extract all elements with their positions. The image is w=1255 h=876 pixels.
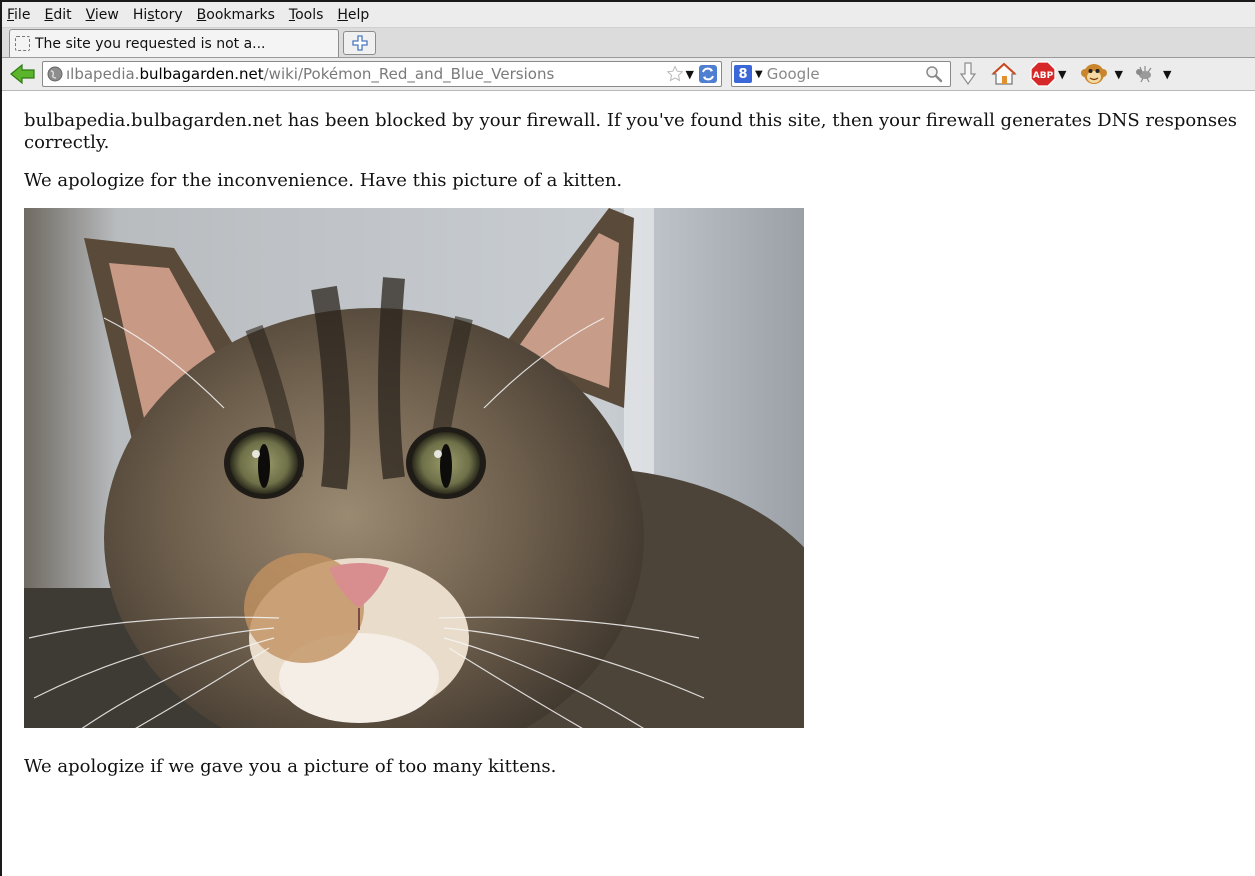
new-tab-button[interactable]: [343, 31, 376, 55]
downloads-button[interactable]: [959, 61, 977, 87]
search-engine-icon[interactable]: 8: [734, 65, 752, 83]
svg-text:ABP: ABP: [1033, 71, 1054, 81]
menu-tools[interactable]: Tools: [289, 7, 324, 23]
blank-page-icon: [15, 36, 30, 51]
url-text: ılbapedia.bulbagarden.net/wiki/Pokémon_R…: [66, 65, 555, 83]
greasemonkey-button[interactable]: [1080, 61, 1108, 87]
blocked-message: bulbapedia.bulbagarden.net has been bloc…: [24, 110, 1237, 153]
engine-dropdown-icon[interactable]: ▼: [755, 69, 763, 80]
greasemonkey-dropdown-icon[interactable]: ▼: [1114, 68, 1122, 81]
apology-message: We apologize for the inconvenience. Have…: [24, 170, 623, 191]
many-kittens-message: We apologize if we gave you a picture of…: [24, 756, 557, 777]
adblock-button[interactable]: ABP: [1029, 61, 1057, 87]
url-controls: ▼: [664, 64, 718, 84]
menu-history[interactable]: History: [133, 7, 183, 23]
menu-edit[interactable]: Edit: [44, 7, 71, 23]
download-icon: [959, 62, 977, 86]
tab-title: The site you requested is not a...: [35, 35, 266, 52]
search-bar[interactable]: 8 ▼ Google: [731, 61, 951, 87]
toolbar-icons: ABP ▼ ▼ ▼: [959, 61, 1171, 87]
history-dropdown-icon[interactable]: ▼: [686, 68, 694, 81]
page-content: bulbapedia.bulbagarden.net has been bloc…: [2, 91, 1255, 778]
browser-window: File Edit View History Bookmarks Tools H…: [0, 0, 1255, 876]
globe-icon: [47, 66, 63, 82]
search-placeholder: Google: [766, 65, 820, 83]
firebug-icon: [1135, 66, 1152, 83]
search-icon[interactable]: [924, 64, 944, 84]
adblock-icon: ABP: [1030, 61, 1056, 87]
reload-icon[interactable]: [698, 64, 718, 84]
navigation-toolbar: ılbapedia.bulbagarden.net/wiki/Pokémon_R…: [2, 58, 1255, 91]
back-button[interactable]: [8, 61, 38, 87]
menu-bookmarks[interactable]: Bookmarks: [197, 7, 275, 23]
kitten-photo: [24, 208, 804, 728]
tab-active[interactable]: The site you requested is not a...: [9, 29, 339, 57]
adblock-dropdown-icon[interactable]: ▼: [1058, 68, 1066, 81]
firebug-button[interactable]: [1133, 61, 1155, 87]
tab-bar: The site you requested is not a...: [2, 28, 1255, 58]
menu-view[interactable]: View: [86, 7, 119, 23]
menu-file[interactable]: File: [7, 7, 30, 23]
bookmark-star-icon[interactable]: [666, 65, 684, 83]
url-bar[interactable]: ılbapedia.bulbagarden.net/wiki/Pokémon_R…: [42, 61, 722, 87]
greasemonkey-icon: [1081, 64, 1108, 84]
firebug-dropdown-icon[interactable]: ▼: [1163, 68, 1171, 81]
home-button[interactable]: [991, 61, 1017, 87]
home-icon: [991, 62, 1017, 85]
menu-help[interactable]: Help: [337, 7, 369, 23]
plus-icon: [351, 35, 368, 51]
back-icon: [10, 63, 35, 85]
menu-bar: File Edit View History Bookmarks Tools H…: [2, 2, 1255, 28]
